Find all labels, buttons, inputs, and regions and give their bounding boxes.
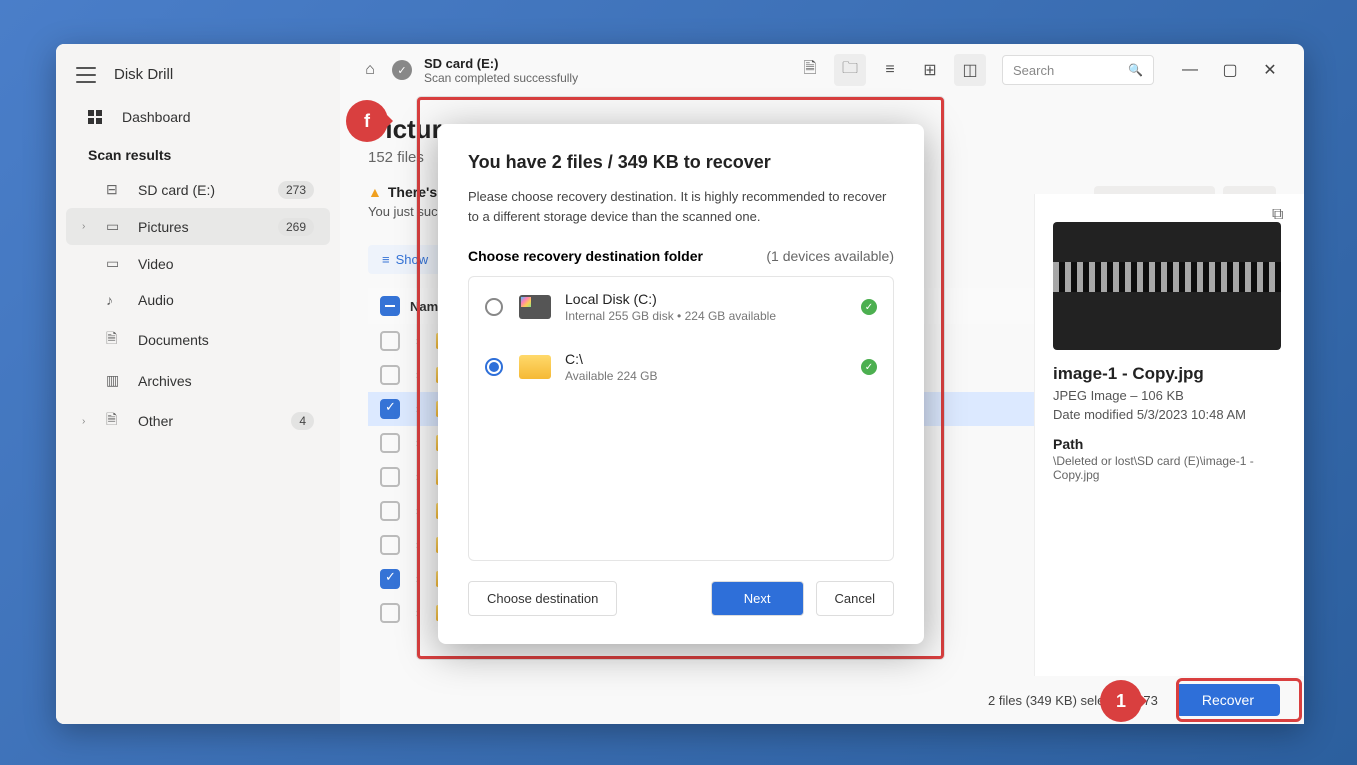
dest-count: (1 devices available) — [766, 248, 894, 264]
sidebar-item-pictures[interactable]: › ▭ Pictures 269 — [66, 208, 330, 245]
sidebar-item-other[interactable]: › 🗎 Other 4 — [66, 399, 330, 443]
preview-path-label: Path — [1053, 436, 1286, 452]
dest-item-local-disk[interactable]: Local Disk (C:) Internal 255 GB disk • 2… — [469, 277, 893, 337]
close-button[interactable]: ✕ — [1250, 54, 1290, 86]
breadcrumb-title: SD card (E:) — [424, 56, 578, 71]
preview-filename: image-1 - Copy.jpg — [1053, 364, 1286, 384]
sidebar: Disk Drill Dashboard Scan results ⊟ SD c… — [56, 44, 340, 724]
footer: 2 files (349 KB) selected, 273 Recover — [340, 676, 1304, 724]
expand-icon[interactable]: › — [416, 336, 430, 347]
topbar: ⌂ ✓ SD card (E:) Scan completed successf… — [340, 44, 1304, 96]
cancel-button[interactable]: Cancel — [816, 581, 894, 616]
chevron-right-icon: › — [82, 221, 85, 232]
sidebar-item-video[interactable]: ▭Video — [66, 245, 330, 282]
preview-type: JPEG Image – 106 KB — [1053, 388, 1286, 403]
expand-icon[interactable]: › — [416, 438, 430, 449]
radio-unselected[interactable] — [485, 298, 503, 316]
file-view-icon[interactable]: 🗎 — [794, 54, 826, 86]
disk-icon — [519, 295, 551, 319]
search-input[interactable]: Search 🔍 — [1002, 55, 1154, 85]
drive-icon: ⊟ — [106, 181, 126, 198]
row-checkbox[interactable] — [380, 501, 400, 521]
warning-icon: ▲ — [368, 184, 382, 200]
home-icon[interactable]: ⌂ — [354, 54, 386, 86]
expand-icon[interactable]: › — [416, 404, 430, 415]
video-icon: ▭ — [106, 255, 126, 272]
row-checkbox[interactable] — [380, 433, 400, 453]
dest-label: Choose recovery destination folder — [468, 248, 703, 264]
document-icon: 🗎 — [106, 328, 126, 352]
check-icon: ✓ — [861, 359, 877, 375]
recovery-dialog: You have 2 files / 349 KB to recover Ple… — [438, 124, 924, 644]
dialog-title: You have 2 files / 349 KB to recover — [468, 152, 894, 173]
dialog-description: Please choose recovery destination. It i… — [468, 187, 894, 226]
row-checkbox[interactable] — [380, 399, 400, 419]
dest-item-c-drive[interactable]: C:\ Available 224 GB ✓ — [469, 337, 893, 397]
preview-panel: ⧉ image-1 - Copy.jpg JPEG Image – 106 KB… — [1034, 194, 1304, 676]
sidebar-item-sdcard[interactable]: ⊟ SD card (E:) 273 — [66, 171, 330, 208]
expand-icon[interactable]: › — [416, 540, 430, 551]
maximize-button[interactable]: ▢ — [1210, 54, 1250, 86]
search-icon: 🔍 — [1128, 63, 1143, 77]
status-check-icon: ✓ — [392, 60, 412, 80]
preview-thumbnail — [1053, 222, 1281, 350]
scan-status: Scan completed successfully — [424, 71, 578, 85]
choose-destination-button[interactable]: Choose destination — [468, 581, 617, 616]
next-button[interactable]: Next — [711, 581, 804, 616]
row-checkbox[interactable] — [380, 603, 400, 623]
callout-1: 1 — [1100, 680, 1142, 722]
sidebar-item-dashboard[interactable]: Dashboard — [66, 99, 330, 135]
row-checkbox[interactable] — [380, 535, 400, 555]
sidebar-section-header: Scan results — [66, 135, 330, 171]
row-checkbox[interactable] — [380, 467, 400, 487]
select-all-checkbox[interactable] — [380, 296, 400, 316]
folder-view-icon[interactable]: 🗀 — [834, 54, 866, 86]
row-checkbox[interactable] — [380, 331, 400, 351]
chevron-right-icon: › — [82, 416, 85, 427]
sliders-icon: ≡ — [382, 252, 390, 267]
row-checkbox[interactable] — [380, 365, 400, 385]
menu-icon[interactable] — [76, 67, 96, 83]
sidebar-item-documents[interactable]: 🗎Documents — [66, 318, 330, 362]
image-icon: ▭ — [106, 218, 126, 235]
filter-show-button[interactable]: ≡Show — [368, 245, 442, 274]
folder-icon — [519, 355, 551, 379]
preview-path-value: \Deleted or lost\SD card (E)\image-1 - C… — [1053, 454, 1286, 482]
archive-icon: ▥ — [106, 372, 126, 389]
sidebar-item-archives[interactable]: ▥Archives — [66, 362, 330, 399]
minimize-button[interactable]: — — [1170, 54, 1210, 86]
sidebar-item-audio[interactable]: ♪Audio — [66, 282, 330, 318]
expand-icon[interactable]: › — [416, 574, 430, 585]
app-title: Disk Drill — [114, 66, 173, 83]
grid-icon — [88, 110, 108, 124]
expand-icon[interactable]: › — [416, 506, 430, 517]
expand-icon[interactable]: › — [416, 370, 430, 381]
list-view-icon[interactable]: ≡ — [874, 54, 906, 86]
recover-button[interactable]: Recover — [1176, 684, 1280, 716]
expand-icon[interactable]: › — [416, 608, 430, 619]
panel-view-icon[interactable]: ◫ — [954, 54, 986, 86]
expand-icon[interactable]: › — [416, 472, 430, 483]
grid-view-icon[interactable]: ⊞ — [914, 54, 946, 86]
audio-icon: ♪ — [106, 292, 126, 308]
preview-modified: Date modified 5/3/2023 10:48 AM — [1053, 407, 1286, 422]
row-checkbox[interactable] — [380, 569, 400, 589]
radio-selected[interactable] — [485, 358, 503, 376]
file-icon: 🗎 — [106, 409, 126, 433]
check-icon: ✓ — [861, 299, 877, 315]
callout-f: f — [346, 100, 388, 142]
